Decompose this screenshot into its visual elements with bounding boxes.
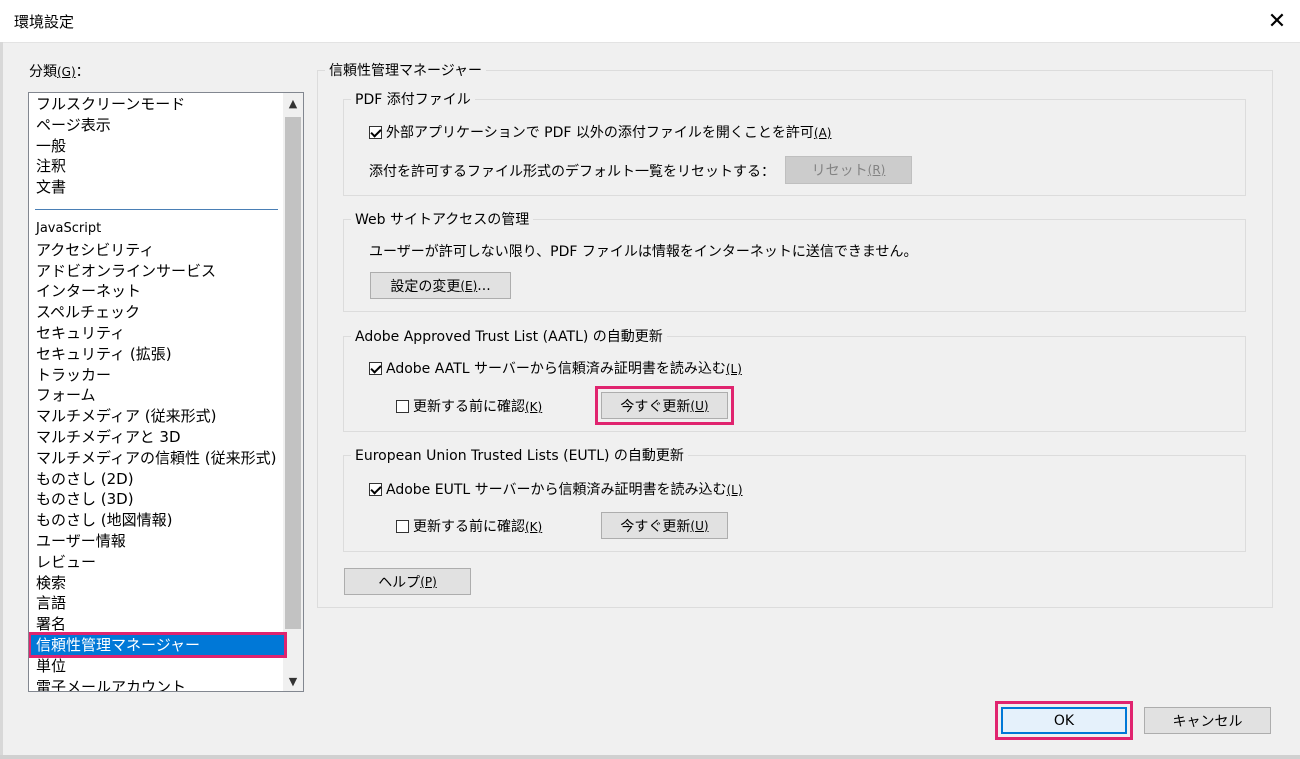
list-scrollbar[interactable]: ▲ ▼ bbox=[283, 93, 303, 691]
category-item[interactable]: 単位 bbox=[31, 656, 284, 676]
aatl-load-check-icon[interactable] bbox=[369, 362, 382, 375]
window-bottom-edge bbox=[0, 755, 1300, 759]
help-button[interactable]: ヘルプ (P) bbox=[344, 568, 471, 595]
category-item[interactable]: ものさし (地図情報) bbox=[31, 510, 284, 530]
window-frame bbox=[0, 42, 3, 759]
category-item[interactable]: フォーム bbox=[31, 385, 284, 405]
category-item[interactable]: マルチメディアの信頼性 (従来形式) bbox=[31, 448, 284, 468]
category-item[interactable]: スペルチェック bbox=[31, 302, 284, 322]
category-item[interactable]: 言語 bbox=[31, 593, 284, 613]
scroll-up-icon[interactable]: ▲ bbox=[283, 93, 303, 113]
eutl-confirm-check-icon[interactable] bbox=[396, 520, 409, 533]
close-icon[interactable]: ✕ bbox=[1254, 0, 1300, 42]
category-item[interactable]: フルスクリーンモード bbox=[31, 94, 284, 114]
aatl-update-now-button[interactable]: 今すぐ更新 (U) bbox=[595, 386, 734, 425]
eutl-update-now-button[interactable]: 今すぐ更新 (U) bbox=[601, 512, 728, 539]
category-item[interactable]: アドビオンラインサービス bbox=[31, 261, 284, 281]
category-item[interactable]: JavaScript bbox=[31, 219, 284, 239]
aatl-confirm-check-icon[interactable] bbox=[396, 400, 409, 413]
ok-button[interactable]: OK bbox=[995, 701, 1133, 740]
category-item[interactable]: ユーザー情報 bbox=[31, 531, 284, 551]
change-settings-button[interactable]: 設定の変更 (E)... bbox=[370, 272, 511, 299]
category-list[interactable]: ▲ ▼ フルスクリーンモード ページ表示 一般 注釈 文書 JavaScript アクセシビ… bbox=[28, 92, 304, 692]
category-item[interactable]: 署名 bbox=[31, 614, 284, 634]
eutl-confirm-checkbox[interactable]: 更新する前に確認(K) bbox=[396, 516, 542, 536]
title-bar: 環境設定 ✕ bbox=[0, 0, 1300, 43]
category-item[interactable]: 一般 bbox=[31, 136, 284, 156]
eutl-load-checkbox[interactable]: Adobe EUTL サーバーから信頼済み証明書を読み込む(L) bbox=[369, 479, 743, 499]
window-title: 環境設定 bbox=[14, 13, 75, 31]
cancel-button[interactable]: キャンセル bbox=[1144, 707, 1271, 734]
category-item[interactable]: マルチメディアと 3D bbox=[31, 427, 284, 447]
category-item[interactable]: マルチメディア (従来形式) bbox=[31, 406, 284, 426]
category-item[interactable]: ページ表示 bbox=[31, 115, 284, 135]
web-access-legend: Web サイトアクセスの管理 bbox=[355, 212, 530, 228]
panel-title: 信頼性管理マネージャー bbox=[329, 63, 483, 79]
scroll-thumb[interactable] bbox=[285, 117, 301, 629]
category-item[interactable]: アクセシビリティ bbox=[31, 240, 284, 260]
aatl-confirm-checkbox[interactable]: 更新する前に確認(K) bbox=[396, 396, 542, 416]
reset-button[interactable]: リセット (R) bbox=[785, 156, 912, 184]
web-access-info: ユーザーが許可しない限り、PDF ファイルは情報をインターネットに送信できません… bbox=[369, 244, 918, 260]
aatl-group: Adobe Approved Trust List (AATL) の自動更新 bbox=[343, 326, 1246, 432]
category-item[interactable]: 電子メールアカウント bbox=[31, 677, 284, 691]
category-item[interactable]: インターネット bbox=[31, 281, 284, 301]
category-label: 分類(G)： bbox=[29, 64, 90, 80]
reset-description: 添付を許可するファイル形式のデフォルト一覧をリセットする： bbox=[369, 164, 775, 180]
eutl-load-check-icon[interactable] bbox=[369, 483, 382, 496]
category-separator bbox=[35, 209, 278, 210]
allow-external-check-icon[interactable] bbox=[369, 126, 382, 139]
category-item[interactable]: 文書 bbox=[31, 177, 284, 197]
allow-external-checkbox[interactable]: 外部アプリケーションで PDF 以外の添付ファイルを開くことを許可(A) bbox=[369, 122, 831, 142]
category-item[interactable]: ものさし (2D) bbox=[31, 469, 284, 489]
category-item[interactable]: トラッカー bbox=[31, 365, 284, 385]
category-item[interactable]: セキュリティ bbox=[31, 323, 284, 343]
category-item[interactable]: ものさし (3D) bbox=[31, 489, 284, 509]
aatl-legend: Adobe Approved Trust List (AATL) の自動更新 bbox=[355, 329, 663, 345]
scroll-down-icon[interactable]: ▼ bbox=[283, 671, 303, 691]
category-item-selected[interactable]: 信頼性管理マネージャー bbox=[29, 632, 287, 658]
category-item[interactable]: 注釈 bbox=[31, 156, 284, 176]
category-item[interactable]: 検索 bbox=[31, 573, 284, 593]
category-item[interactable]: レビュー bbox=[31, 552, 284, 572]
category-item[interactable]: セキュリティ (拡張) bbox=[31, 344, 284, 364]
eutl-legend: European Union Trusted Lists (EUTL) の自動更… bbox=[355, 448, 684, 464]
aatl-load-checkbox[interactable]: Adobe AATL サーバーから信頼済み証明書を読み込む(L) bbox=[369, 358, 742, 378]
pdf-attachments-legend: PDF 添付ファイル bbox=[355, 92, 471, 108]
